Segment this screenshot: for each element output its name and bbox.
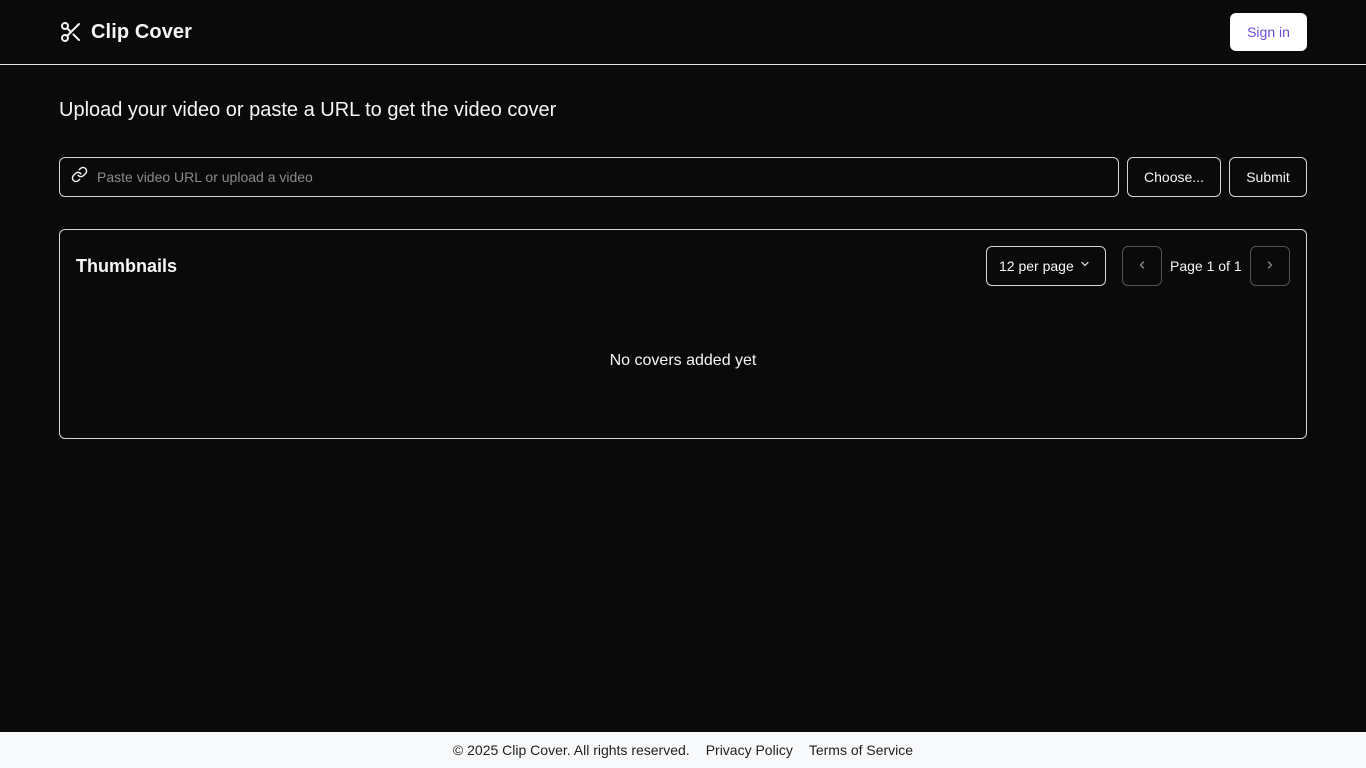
terms-of-service-link[interactable]: Terms of Service	[809, 742, 913, 758]
empty-state-message: No covers added yet	[609, 352, 757, 369]
copyright-text: © 2025 Clip Cover. All rights reserved.	[452, 742, 690, 758]
submit-button[interactable]: Submit	[1229, 157, 1307, 197]
chevron-down-icon	[1074, 257, 1091, 275]
sign-in-button[interactable]: Sign in	[1230, 13, 1307, 51]
brand-name: Clip Cover	[91, 20, 193, 43]
chevron-left-icon	[1136, 259, 1148, 274]
choose-file-button[interactable]: Choose...	[1127, 157, 1221, 197]
top-bar: Clip Cover Sign in	[0, 0, 1366, 65]
link-icon	[71, 166, 88, 188]
footer: © 2025 Clip Cover. All rights reserved. …	[0, 732, 1366, 768]
chevron-right-icon	[1264, 259, 1276, 274]
brand-link[interactable]: Clip Cover	[59, 20, 192, 44]
privacy-policy-link[interactable]: Privacy Policy	[706, 742, 793, 758]
thumbnails-title: Thumbnails	[76, 256, 178, 276]
thumbnails-panel: Thumbnails 12 per page Page 1 of 1 No co…	[59, 229, 1307, 439]
next-page-button[interactable]	[1250, 246, 1290, 286]
page-headline: Upload your video or paste a URL to get …	[59, 99, 557, 121]
video-url-input[interactable]	[97, 159, 1118, 195]
scissors-icon	[59, 20, 83, 44]
page-indicator: Page 1 of 1	[1170, 258, 1242, 274]
previous-page-button[interactable]	[1122, 246, 1162, 286]
per-page-value: 12 per page	[999, 258, 1074, 274]
url-field[interactable]	[59, 157, 1119, 197]
per-page-select[interactable]: 12 per page	[986, 246, 1106, 286]
